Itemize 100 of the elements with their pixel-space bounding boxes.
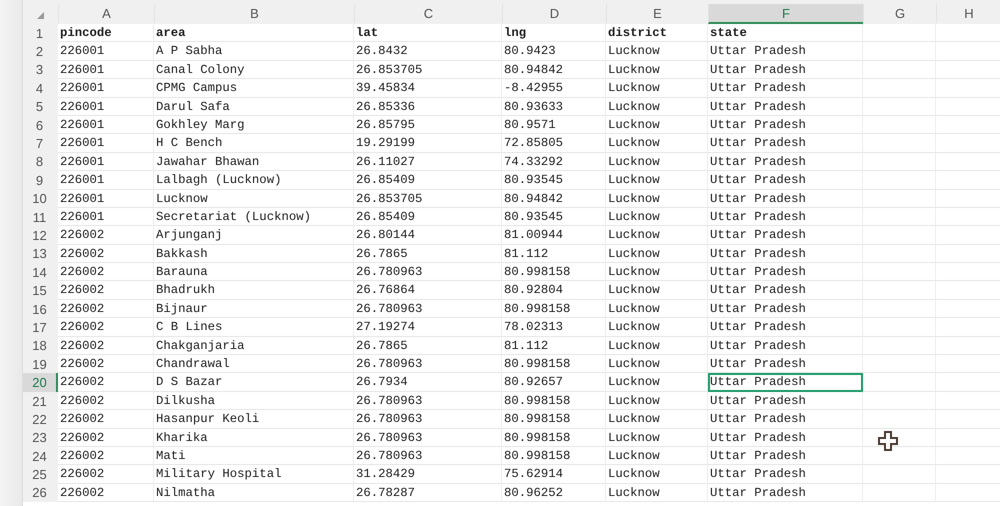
column-header[interactable]: D <box>502 4 606 24</box>
table-cell-text: Uttar Pradesh <box>709 411 807 428</box>
row-header[interactable]: 9 <box>23 171 58 190</box>
row-header[interactable]: 15 <box>23 281 58 300</box>
table-cell-text: Uttar Pradesh <box>709 190 807 208</box>
table-cell-text: Lucknow <box>607 154 661 171</box>
table-cell-text: 80.998158 <box>503 392 572 410</box>
table-cell-text: 226002 <box>59 484 106 502</box>
table-cell-text: Arjunganj <box>155 227 224 244</box>
table-cell-text: Lucknow <box>607 116 661 134</box>
table-cell-text: 80.998158 <box>503 356 572 374</box>
column-header[interactable]: B <box>154 4 354 24</box>
table-cell-text: 226002 <box>59 356 106 374</box>
row-header[interactable]: 22 <box>23 410 58 429</box>
row-header[interactable]: 16 <box>23 300 58 318</box>
table-cell-text: 80.92657 <box>503 374 564 392</box>
row-header[interactable]: 14 <box>23 263 58 282</box>
table-cell-text: area <box>155 25 187 42</box>
table-cell-text: Lucknow <box>607 392 661 410</box>
table-cell-text: Uttar Pradesh <box>709 448 807 465</box>
table-cell-text: Bakkash <box>155 246 209 263</box>
table-cell-text: Bijnaur <box>155 300 209 318</box>
table-cell-text: Uttar Pradesh <box>709 227 807 244</box>
select-all-icon[interactable] <box>37 12 44 19</box>
table-cell-text: Lucknow <box>607 356 661 374</box>
table-cell-text: Lucknow <box>607 430 661 447</box>
row-header[interactable]: 6 <box>23 116 58 134</box>
table-cell-text: 26.780963 <box>355 411 424 428</box>
table-cell-text: Lucknow <box>607 190 661 208</box>
table-cell-text: Canal Colony <box>155 62 246 79</box>
row-header[interactable]: 13 <box>23 244 58 264</box>
row-header[interactable]: 10 <box>23 190 58 208</box>
table-cell-text: Secretariat (Lucknow) <box>155 208 312 226</box>
table-cell-text: A P Sabha <box>155 43 224 60</box>
row-header[interactable]: 24 <box>23 446 58 466</box>
row-header[interactable]: 8 <box>23 152 58 172</box>
table-cell-text: -8.42955 <box>503 80 564 98</box>
table-cell-text: Lucknow <box>607 98 661 116</box>
table-cell-text: 26.85409 <box>355 208 416 226</box>
column-header[interactable]: G <box>863 4 936 24</box>
table-cell-text: 26.780963 <box>355 430 424 447</box>
table-cell-text: 26.78287 <box>355 484 416 502</box>
table-cell-text: Lucknow <box>155 190 209 208</box>
table-cell-text: Lucknow <box>607 172 661 190</box>
table-cell-text: Uttar Pradesh <box>709 356 807 374</box>
table-cell-text: 26.85409 <box>355 172 416 190</box>
table-cell-text: 226001 <box>59 154 106 171</box>
table-cell[interactable]: Uttar Pradesh <box>708 373 863 392</box>
table-cell-text: 226001 <box>59 43 106 60</box>
table-cell-text: 31.28429 <box>355 466 416 484</box>
row-header[interactable]: 26 <box>23 484 58 502</box>
table-cell-text: 226002 <box>59 300 106 318</box>
row-header[interactable]: 18 <box>23 336 58 356</box>
row-header[interactable]: 21 <box>23 392 58 410</box>
table-cell-text: Uttar Pradesh <box>709 80 807 98</box>
table-cell-text: 80.92804 <box>503 282 564 300</box>
table-cell-text: 27.19274 <box>355 319 416 336</box>
table-cell-text: lng <box>503 25 528 42</box>
table-cell-text: 26.780963 <box>355 300 424 318</box>
column-header[interactable]: E <box>606 4 708 24</box>
table-cell-text: Lucknow <box>607 319 661 336</box>
row-header[interactable]: 12 <box>23 226 58 245</box>
table-cell-text: 226002 <box>59 227 106 244</box>
row-header[interactable]: 17 <box>23 318 58 337</box>
table-cell-text: 226001 <box>59 190 106 208</box>
row-header[interactable]: 4 <box>23 79 58 98</box>
table-cell-text: Lucknow <box>607 264 661 282</box>
table-cell-text: 81.112 <box>503 246 550 263</box>
row-header[interactable]: 3 <box>23 60 58 80</box>
row-header[interactable]: 2 <box>23 42 58 61</box>
table-cell-text: 226001 <box>59 62 106 79</box>
table-cell-text: 26.780963 <box>355 448 424 465</box>
table-cell-text: 26.11027 <box>355 154 416 171</box>
table-cell-text: Lucknow <box>607 135 661 152</box>
column-header[interactable]: C <box>354 4 502 24</box>
table-cell-text: state <box>709 25 748 42</box>
row-header[interactable]: 25 <box>23 465 58 484</box>
table-cell-text: Uttar Pradesh <box>709 338 807 355</box>
column-header[interactable]: F <box>708 4 863 24</box>
table-cell-text: 80.998158 <box>503 264 572 282</box>
table-cell-text: Uttar Pradesh <box>709 154 807 171</box>
column-header[interactable]: A <box>58 4 154 24</box>
table-cell-text: Kharika <box>155 430 209 447</box>
row-header[interactable]: 5 <box>23 98 58 116</box>
row-header[interactable]: 7 <box>23 134 58 153</box>
table-cell-text: 226001 <box>59 116 106 134</box>
table-cell-text: Lucknow <box>607 466 661 484</box>
table-cell-text: Chakganjaria <box>155 338 246 355</box>
table-cell-text: Uttar Pradesh <box>709 392 807 410</box>
row-header[interactable]: 19 <box>23 355 58 374</box>
table-cell-text: 80.93633 <box>503 98 564 116</box>
column-header[interactable]: H <box>936 4 1000 24</box>
table-cell-text: 80.9423 <box>503 43 557 60</box>
table-cell-text: Barauna <box>155 264 209 282</box>
row-header[interactable]: 1 <box>23 24 58 42</box>
table-cell-text: Uttar Pradesh <box>709 466 807 484</box>
row-header[interactable]: 20 <box>23 373 58 392</box>
row-header[interactable]: 11 <box>23 208 58 226</box>
row-header[interactable]: 23 <box>23 428 58 447</box>
table-cell-text: 80.998158 <box>503 448 572 465</box>
